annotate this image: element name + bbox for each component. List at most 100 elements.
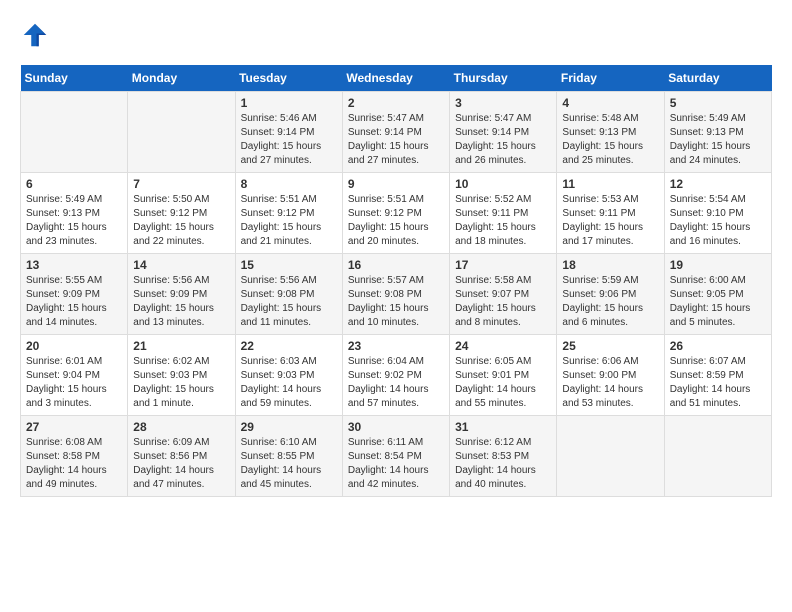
calendar-cell: 16 Sunrise: 5:57 AMSunset: 9:08 PMDayligh… — [342, 254, 449, 335]
day-number: 16 — [348, 258, 444, 272]
calendar-cell: 20 Sunrise: 6:01 AMSunset: 9:04 PMDayligh… — [21, 335, 128, 416]
day-number: 20 — [26, 339, 122, 353]
day-info: Sunrise: 5:53 AMSunset: 9:11 PMDaylight:… — [562, 193, 658, 249]
day-number: 19 — [670, 258, 766, 272]
calendar-cell: 19 Sunrise: 6:00 AMSunset: 9:05 PMDayligh… — [664, 254, 771, 335]
day-info: Sunrise: 5:49 AMSunset: 9:13 PMDaylight:… — [670, 112, 766, 168]
calendar-cell — [557, 416, 664, 497]
calendar-cell: 24Sunrise: 6:05 AMSunset: 9:01 PMDayligh… — [450, 335, 557, 416]
day-number: 26 — [670, 339, 766, 353]
calendar-cell — [128, 92, 235, 173]
calendar-cell: 2 Sunrise: 5:47 AMSunset: 9:14 PMDaylight… — [342, 92, 449, 173]
day-info: Sunrise: 5:51 AMSunset: 9:12 PMDaylight:… — [241, 193, 337, 249]
day-info: Sunrise: 5:52 AMSunset: 9:11 PMDaylight:… — [455, 193, 551, 249]
calendar-cell — [21, 92, 128, 173]
day-number: 4 — [562, 96, 658, 110]
day-number: 15 — [241, 258, 337, 272]
calendar-row-3: 13Sunrise: 5:55 AMSunset: 9:09 PMDayligh… — [21, 254, 772, 335]
day-info: Sunrise: 6:08 AMSunset: 8:58 PMDaylight:… — [26, 436, 122, 492]
calendar-cell: 31 Sunrise: 6:12 AMSunset: 8:53 PMDayligh… — [450, 416, 557, 497]
day-info: Sunrise: 5:46 AMSunset: 9:14 PMDaylight:… — [241, 112, 337, 168]
day-number: 31 — [455, 420, 551, 434]
day-number: 30 — [348, 420, 444, 434]
col-sunday: Sunday — [21, 65, 128, 92]
day-number: 8 — [241, 177, 337, 191]
day-info: Sunrise: 5:56 AMSunset: 9:08 PMDaylight:… — [241, 274, 337, 330]
calendar-cell: 15 Sunrise: 5:56 AMSunset: 9:08 PMDayligh… — [235, 254, 342, 335]
day-number: 21 — [133, 339, 229, 353]
day-number: 12 — [670, 177, 766, 191]
day-info: Sunrise: 6:07 AMSunset: 8:59 PMDaylight:… — [670, 355, 766, 411]
day-info: Sunrise: 6:01 AMSunset: 9:04 PMDaylight:… — [26, 355, 122, 411]
day-info: Sunrise: 5:51 AMSunset: 9:12 PMDaylight:… — [348, 193, 444, 249]
calendar-body: 1 Sunrise: 5:46 AMSunset: 9:14 PMDaylight… — [21, 92, 772, 497]
logo — [20, 20, 54, 50]
day-info: Sunrise: 6:02 AMSunset: 9:03 PMDaylight:… — [133, 355, 229, 411]
day-info: Sunrise: 6:11 AMSunset: 8:54 PMDaylight:… — [348, 436, 444, 492]
logo-icon — [20, 20, 50, 50]
day-info: Sunrise: 6:10 AMSunset: 8:55 PMDaylight:… — [241, 436, 337, 492]
day-number: 23 — [348, 339, 444, 353]
day-number: 7 — [133, 177, 229, 191]
day-info: Sunrise: 5:56 AMSunset: 9:09 PMDaylight:… — [133, 274, 229, 330]
col-monday: Monday — [128, 65, 235, 92]
calendar-cell: 21 Sunrise: 6:02 AMSunset: 9:03 PMDayligh… — [128, 335, 235, 416]
day-info: Sunrise: 5:58 AMSunset: 9:07 PMDaylight:… — [455, 274, 551, 330]
day-number: 9 — [348, 177, 444, 191]
col-friday: Friday — [557, 65, 664, 92]
day-info: Sunrise: 5:49 AMSunset: 9:13 PMDaylight:… — [26, 193, 122, 249]
col-saturday: Saturday — [664, 65, 771, 92]
day-info: Sunrise: 5:47 AMSunset: 9:14 PMDaylight:… — [348, 112, 444, 168]
day-info: Sunrise: 6:03 AMSunset: 9:03 PMDaylight:… — [241, 355, 337, 411]
calendar-cell: 4Sunrise: 5:48 AMSunset: 9:13 PMDaylight… — [557, 92, 664, 173]
col-thursday: Thursday — [450, 65, 557, 92]
calendar-cell: 13Sunrise: 5:55 AMSunset: 9:09 PMDayligh… — [21, 254, 128, 335]
calendar-cell: 10 Sunrise: 5:52 AMSunset: 9:11 PMDayligh… — [450, 173, 557, 254]
day-info: Sunrise: 5:57 AMSunset: 9:08 PMDaylight:… — [348, 274, 444, 330]
calendar-cell: 28Sunrise: 6:09 AMSunset: 8:56 PMDayligh… — [128, 416, 235, 497]
calendar-cell: 6 Sunrise: 5:49 AMSunset: 9:13 PMDaylight… — [21, 173, 128, 254]
calendar-cell: 23 Sunrise: 6:04 AMSunset: 9:02 PMDayligh… — [342, 335, 449, 416]
day-number: 1 — [241, 96, 337, 110]
calendar-row-1: 1 Sunrise: 5:46 AMSunset: 9:14 PMDaylight… — [21, 92, 772, 173]
day-number: 29 — [241, 420, 337, 434]
calendar-row-4: 20 Sunrise: 6:01 AMSunset: 9:04 PMDayligh… — [21, 335, 772, 416]
day-number: 10 — [455, 177, 551, 191]
day-number: 2 — [348, 96, 444, 110]
day-info: Sunrise: 6:05 AMSunset: 9:01 PMDaylight:… — [455, 355, 551, 411]
page-header — [20, 20, 772, 50]
calendar-cell: 17 Sunrise: 5:58 AMSunset: 9:07 PMDayligh… — [450, 254, 557, 335]
day-number: 17 — [455, 258, 551, 272]
calendar-row-5: 27Sunrise: 6:08 AMSunset: 8:58 PMDayligh… — [21, 416, 772, 497]
calendar-cell: 8 Sunrise: 5:51 AMSunset: 9:12 PMDaylight… — [235, 173, 342, 254]
col-tuesday: Tuesday — [235, 65, 342, 92]
day-info: Sunrise: 5:47 AMSunset: 9:14 PMDaylight:… — [455, 112, 551, 168]
day-number: 25 — [562, 339, 658, 353]
day-info: Sunrise: 6:12 AMSunset: 8:53 PMDaylight:… — [455, 436, 551, 492]
calendar-cell: 3Sunrise: 5:47 AMSunset: 9:14 PMDaylight… — [450, 92, 557, 173]
calendar-cell — [664, 416, 771, 497]
day-number: 5 — [670, 96, 766, 110]
calendar-cell: 5 Sunrise: 5:49 AMSunset: 9:13 PMDaylight… — [664, 92, 771, 173]
day-info: Sunrise: 6:06 AMSunset: 9:00 PMDaylight:… — [562, 355, 658, 411]
col-wednesday: Wednesday — [342, 65, 449, 92]
day-info: Sunrise: 5:59 AMSunset: 9:06 PMDaylight:… — [562, 274, 658, 330]
calendar-cell: 26 Sunrise: 6:07 AMSunset: 8:59 PMDayligh… — [664, 335, 771, 416]
day-number: 22 — [241, 339, 337, 353]
calendar-cell: 9 Sunrise: 5:51 AMSunset: 9:12 PMDaylight… — [342, 173, 449, 254]
calendar-table: Sunday Monday Tuesday Wednesday Thursday… — [20, 65, 772, 497]
day-info: Sunrise: 5:55 AMSunset: 9:09 PMDaylight:… — [26, 274, 122, 330]
calendar-cell: 22 Sunrise: 6:03 AMSunset: 9:03 PMDayligh… — [235, 335, 342, 416]
day-number: 14 — [133, 258, 229, 272]
day-info: Sunrise: 6:09 AMSunset: 8:56 PMDaylight:… — [133, 436, 229, 492]
calendar-cell: 7 Sunrise: 5:50 AMSunset: 9:12 PMDaylight… — [128, 173, 235, 254]
day-info: Sunrise: 6:04 AMSunset: 9:02 PMDaylight:… — [348, 355, 444, 411]
day-number: 18 — [562, 258, 658, 272]
day-info: Sunrise: 6:00 AMSunset: 9:05 PMDaylight:… — [670, 274, 766, 330]
calendar-cell: 14 Sunrise: 5:56 AMSunset: 9:09 PMDayligh… — [128, 254, 235, 335]
day-info: Sunrise: 5:50 AMSunset: 9:12 PMDaylight:… — [133, 193, 229, 249]
day-number: 6 — [26, 177, 122, 191]
calendar-cell: 27Sunrise: 6:08 AMSunset: 8:58 PMDayligh… — [21, 416, 128, 497]
header-row: Sunday Monday Tuesday Wednesday Thursday… — [21, 65, 772, 92]
day-info: Sunrise: 5:54 AMSunset: 9:10 PMDaylight:… — [670, 193, 766, 249]
